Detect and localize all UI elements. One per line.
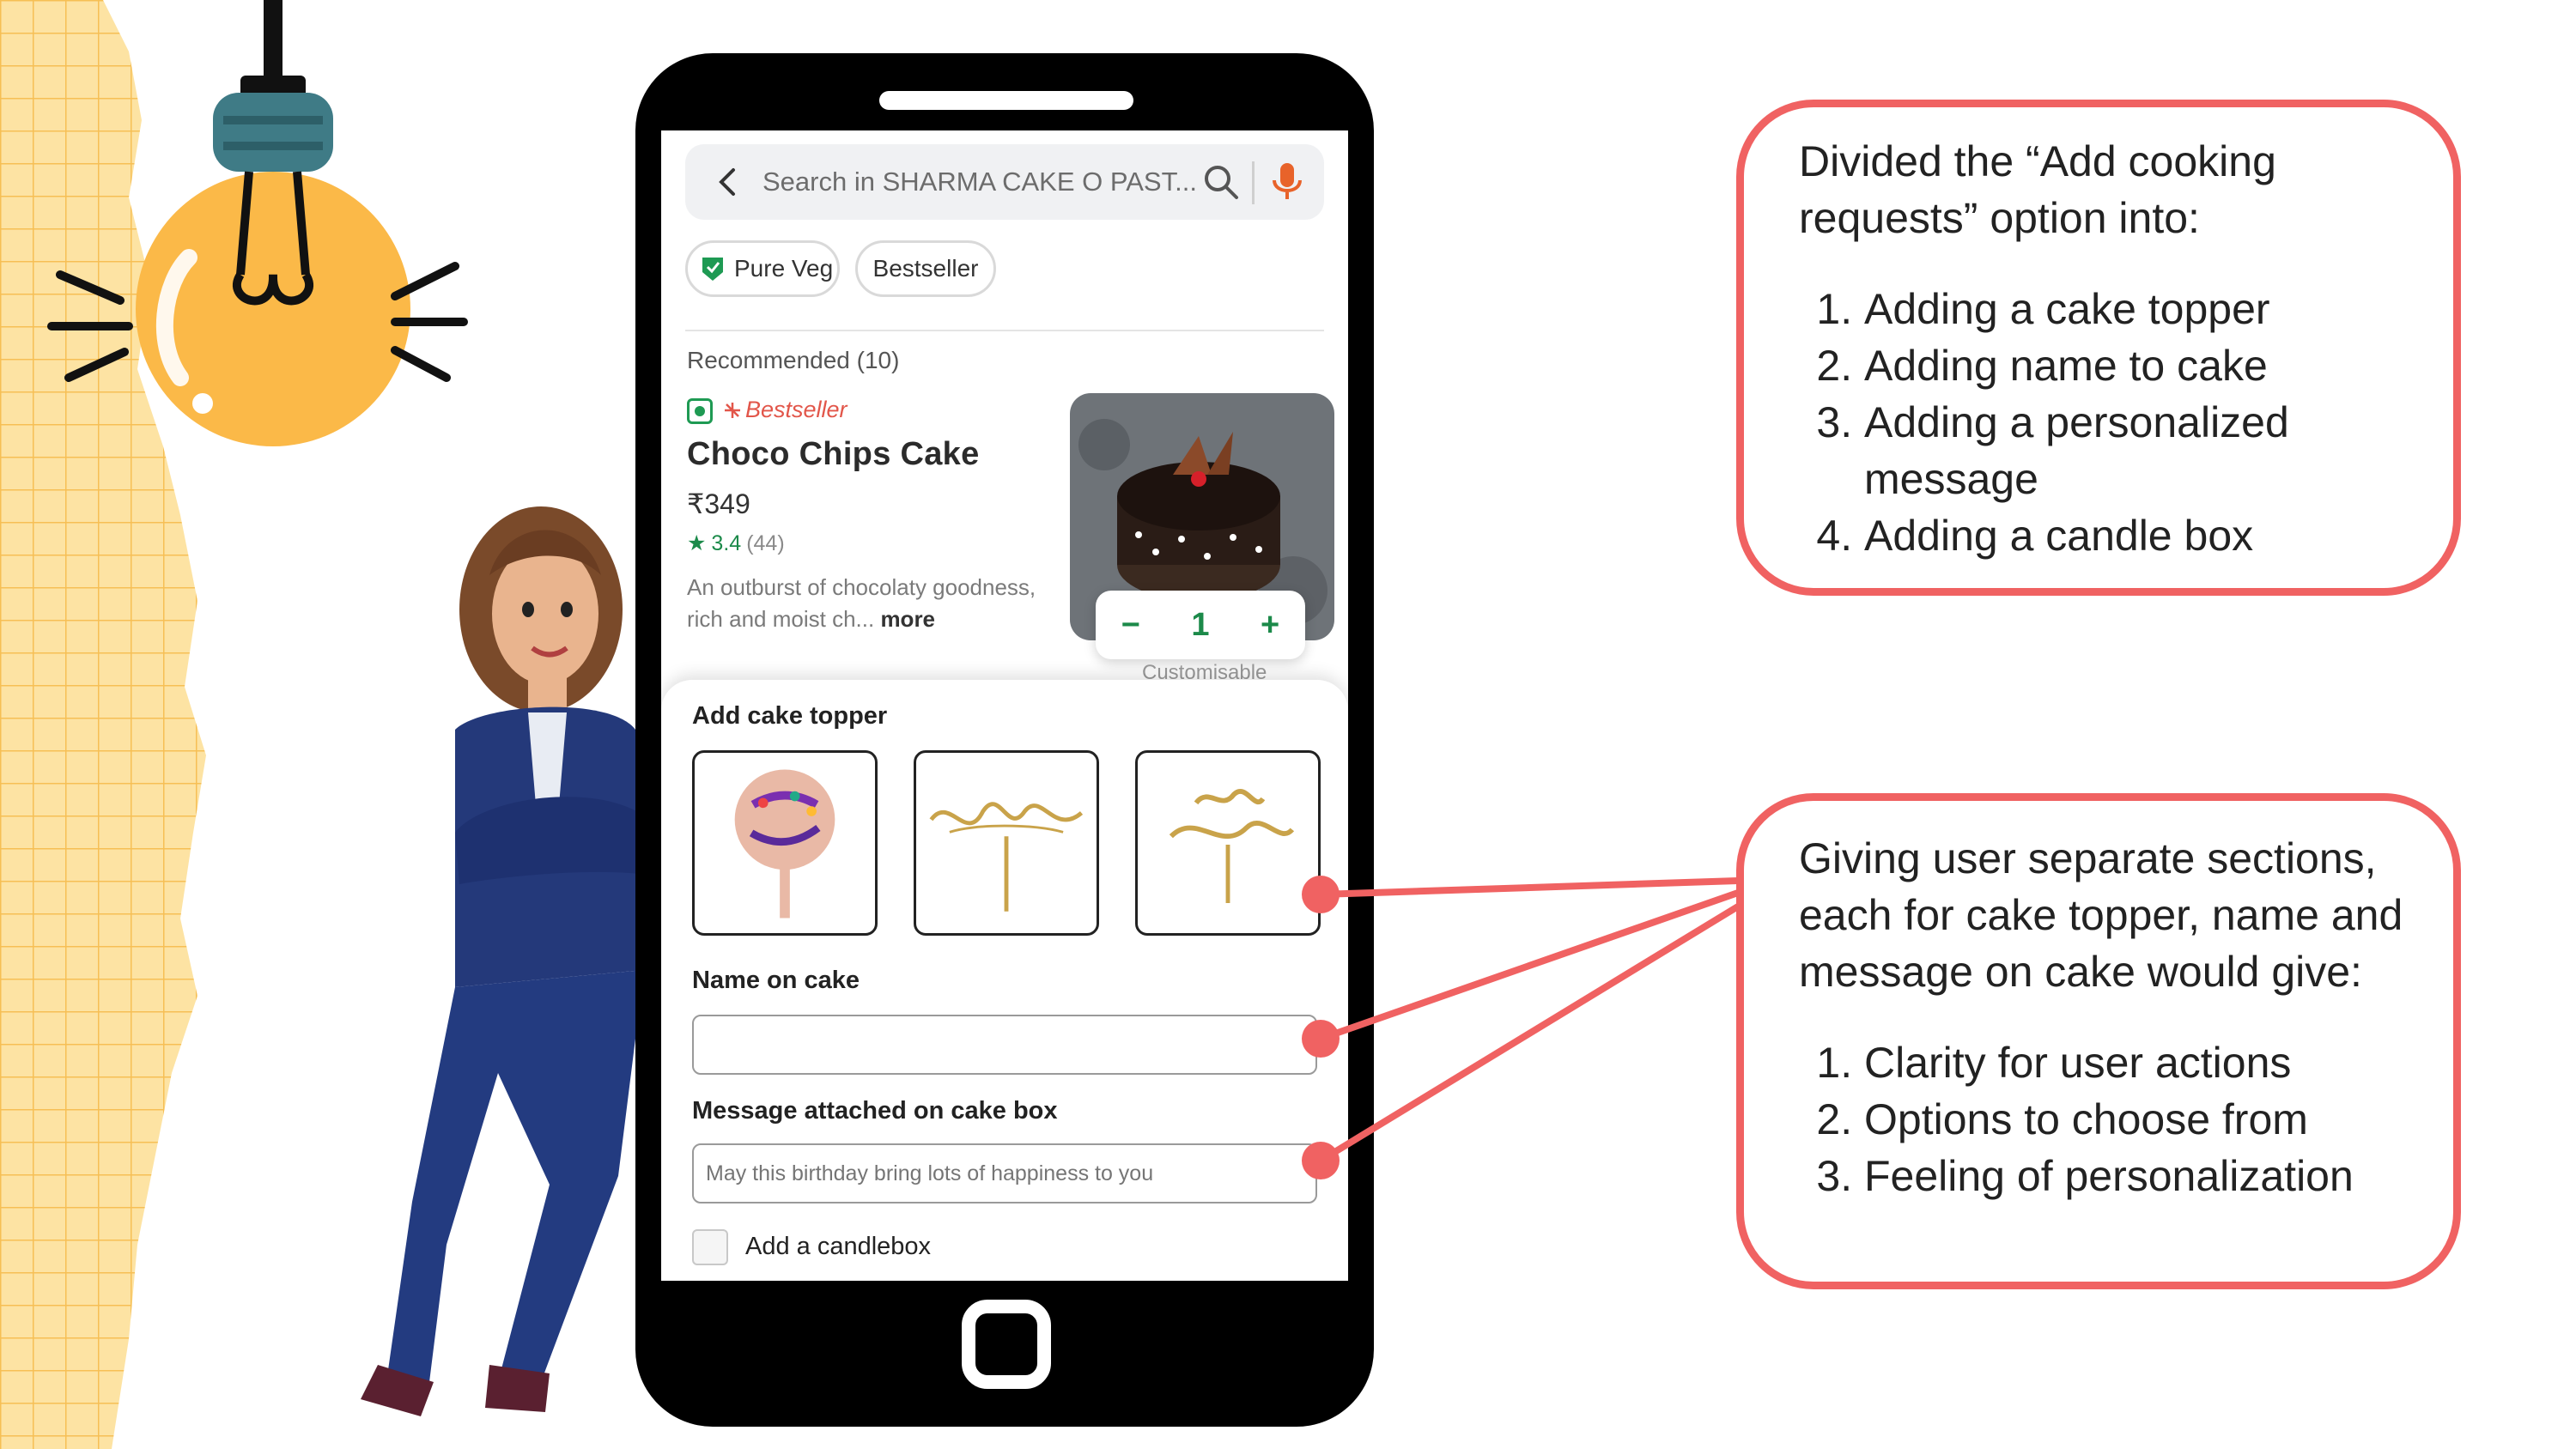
callout-divided-options: Divided the “Add cooking requests” optio… [1736,100,2461,596]
list-item: Clarity for user actions [1864,1034,2453,1091]
phone-speaker [879,91,1133,110]
search-bar[interactable]: Search in SHARMA CAKE O PAST... [685,144,1324,220]
filter-chip-pure-veg[interactable]: Pure Veg [685,240,840,297]
bestseller-badge: Bestseller [723,397,848,423]
candlebox-checkbox[interactable] [692,1229,728,1265]
lightbulb-icon [47,0,468,446]
decrement-button[interactable]: − [1121,607,1140,644]
veg-mark-icon [687,398,713,424]
bestseller-icon [725,402,740,418]
microphone-icon[interactable] [1267,160,1307,203]
phone-screen: Search in SHARMA CAKE O PAST... Pure Veg… [661,130,1348,1281]
callout-list: Clarity for user actions Options to choo… [1799,1034,2453,1204]
topper-heading: Add cake topper [692,702,888,730]
callout-list: Adding a cake topper Adding name to cake… [1799,281,2453,564]
filter-chip-label: Pure Veg [734,255,834,282]
section-title: Recommended (10) [687,347,900,373]
product-name[interactable]: Choco Chips Cake [687,436,980,473]
home-button[interactable] [962,1300,1051,1389]
quantity-value: 1 [1191,606,1210,643]
callout-intro: Giving user separate sections, each for … [1799,834,2403,996]
product-description-text: An outburst of chocolaty goodness, rich … [687,574,1036,632]
back-arrow-icon[interactable] [711,165,745,199]
product-rating: ★ 3.4 (44) [687,530,785,556]
veg-shield-icon [702,258,723,281]
filter-chip-label: Bestseller [872,255,979,282]
bestseller-label: Bestseller [745,397,848,422]
product-price: ₹349 [687,488,750,519]
search-input[interactable]: Search in SHARMA CAKE O PAST... [762,167,1197,197]
woman-illustration [361,506,653,1416]
list-item: Options to choose from [1864,1091,2453,1148]
congratulations-topper-icon[interactable] [914,750,1099,936]
list-item: Adding a cake topper [1864,281,2453,337]
callout-benefits: Giving user separate sections, each for … [1736,793,2461,1289]
product-description: An outburst of chocolaty goodness, rich … [687,572,1073,635]
candlebox-label: Add a candlebox [745,1233,932,1260]
list-item: Adding a personalized message [1864,394,2453,507]
name-on-cake-input[interactable] [692,1015,1317,1075]
quantity-stepper[interactable]: − 1 + [1096,591,1305,659]
happy-anniversary-topper-icon[interactable] [1135,750,1321,936]
star-icon: ★ [687,531,707,555]
more-link[interactable]: more [880,606,935,632]
list-item: Feeling of personalization [1864,1148,2453,1204]
message-heading: Message attached on cake box [692,1097,1058,1125]
happy-birthday-topper-icon[interactable] [692,750,878,936]
search-icon[interactable] [1202,163,1240,201]
search-divider [1252,161,1255,204]
message-input[interactable] [692,1143,1317,1203]
section-divider [685,330,1324,331]
rating-count: (44) [746,530,785,555]
customization-sheet: Add cake topper Name on cake Message att… [661,680,1348,1281]
list-item: Adding name to cake [1864,337,2453,394]
callout-intro: Divided the “Add cooking requests” optio… [1799,137,2276,242]
name-heading: Name on cake [692,967,860,994]
filter-chip-bestseller[interactable]: Bestseller [855,240,996,297]
rating-value: 3.4 [711,530,742,555]
list-item: Adding a candle box [1864,507,2453,564]
increment-button[interactable]: + [1261,607,1279,644]
